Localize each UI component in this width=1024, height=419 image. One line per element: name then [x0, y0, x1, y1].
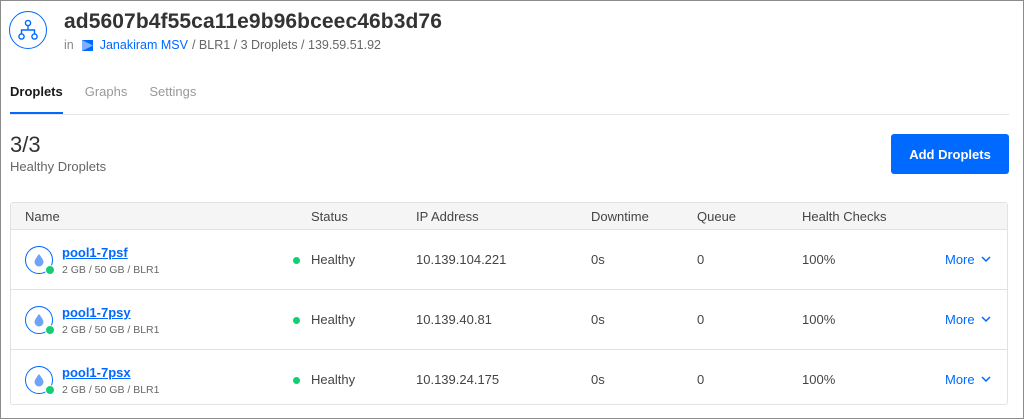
droplet-name-link[interactable]: pool1-7psx: [62, 365, 131, 380]
ip-address: 10.139.24.175: [416, 372, 500, 387]
project-icon: [81, 39, 93, 51]
more-menu-button[interactable]: More: [945, 312, 991, 327]
healthy-count: 3/3: [10, 132, 41, 157]
droplet-name-link[interactable]: pool1-7psy: [62, 305, 131, 320]
column-header-queue[interactable]: Queue: [697, 209, 736, 224]
column-header-ip[interactable]: IP Address: [416, 209, 479, 224]
table-row: pool1-7psy 2 GB / 50 GB / BLR1 Healthy 1…: [11, 290, 1007, 350]
more-menu-button[interactable]: More: [945, 372, 991, 387]
droplet-name-link[interactable]: pool1-7psf: [62, 245, 128, 260]
more-label: More: [945, 372, 975, 387]
status-dot: [293, 377, 300, 384]
droplet-status-dot: [45, 265, 55, 275]
status-dot: [293, 317, 300, 324]
droplet-icon: [25, 366, 55, 395]
ip-address: 10.139.40.81: [416, 312, 492, 327]
queue-value: 0: [697, 312, 705, 327]
droplet-meta: 2 GB / 50 GB / BLR1: [62, 384, 160, 396]
status-text: Healthy: [311, 312, 356, 327]
health-checks-value: 100%: [802, 312, 836, 327]
breadcrumb: in Janakiram MSV / BLR1 / 3 Droplets / 1…: [64, 38, 381, 52]
status-text: Healthy: [311, 252, 356, 267]
page-title: ad5607b4f55ca11e9b96bceec46b3d76: [64, 10, 442, 33]
load-balancer-page: ad5607b4f55ca11e9b96bceec46b3d76 in Jana…: [0, 0, 1024, 419]
droplet-meta: 2 GB / 50 GB / BLR1: [62, 264, 160, 276]
tab-graphs[interactable]: Graphs: [85, 84, 128, 114]
droplet-icon: [25, 246, 55, 275]
tab-droplets[interactable]: Droplets: [10, 84, 63, 114]
downtime-value: 0s: [591, 372, 605, 387]
ip-address: 10.139.104.221: [416, 252, 507, 267]
table-row: pool1-7psf 2 GB / 50 GB / BLR1 Healthy 1…: [11, 230, 1007, 290]
droplet-meta: 2 GB / 50 GB / BLR1: [62, 324, 160, 336]
more-menu-button[interactable]: More: [945, 252, 991, 267]
droplet-status-dot: [45, 325, 55, 335]
health-checks-value: 100%: [802, 252, 836, 267]
droplet-icon: [25, 306, 55, 335]
tab-bar: Droplets Graphs Settings: [10, 84, 1009, 115]
queue-value: 0: [697, 372, 705, 387]
column-header-health-checks[interactable]: Health Checks: [802, 209, 887, 224]
column-header-status[interactable]: Status: [311, 209, 348, 224]
droplets-table: Name Status IP Address Downtime Queue He…: [10, 202, 1008, 405]
chevron-down-icon: [981, 256, 991, 263]
column-header-name[interactable]: Name: [25, 209, 60, 224]
breadcrumb-in-label: in: [64, 38, 74, 52]
chevron-down-icon: [981, 376, 991, 383]
health-checks-value: 100%: [802, 372, 836, 387]
column-header-downtime[interactable]: Downtime: [591, 209, 649, 224]
project-link[interactable]: Janakiram MSV: [100, 38, 188, 52]
breadcrumb-path: / BLR1 / 3 Droplets / 139.59.51.92: [191, 38, 381, 52]
healthy-count-label: Healthy Droplets: [10, 159, 107, 174]
droplet-status-dot: [45, 385, 55, 395]
status-dot: [293, 257, 300, 264]
tab-settings[interactable]: Settings: [149, 84, 196, 114]
downtime-value: 0s: [591, 252, 605, 267]
load-balancer-icon: [9, 11, 47, 49]
more-label: More: [945, 252, 975, 267]
more-label: More: [945, 312, 975, 327]
chevron-down-icon: [981, 316, 991, 323]
downtime-value: 0s: [591, 312, 605, 327]
table-row: pool1-7psx 2 GB / 50 GB / BLR1 Healthy 1…: [11, 350, 1007, 409]
table-header: Name Status IP Address Downtime Queue He…: [11, 203, 1007, 230]
queue-value: 0: [697, 252, 705, 267]
add-droplets-button[interactable]: Add Droplets: [891, 134, 1009, 174]
status-text: Healthy: [311, 372, 356, 387]
